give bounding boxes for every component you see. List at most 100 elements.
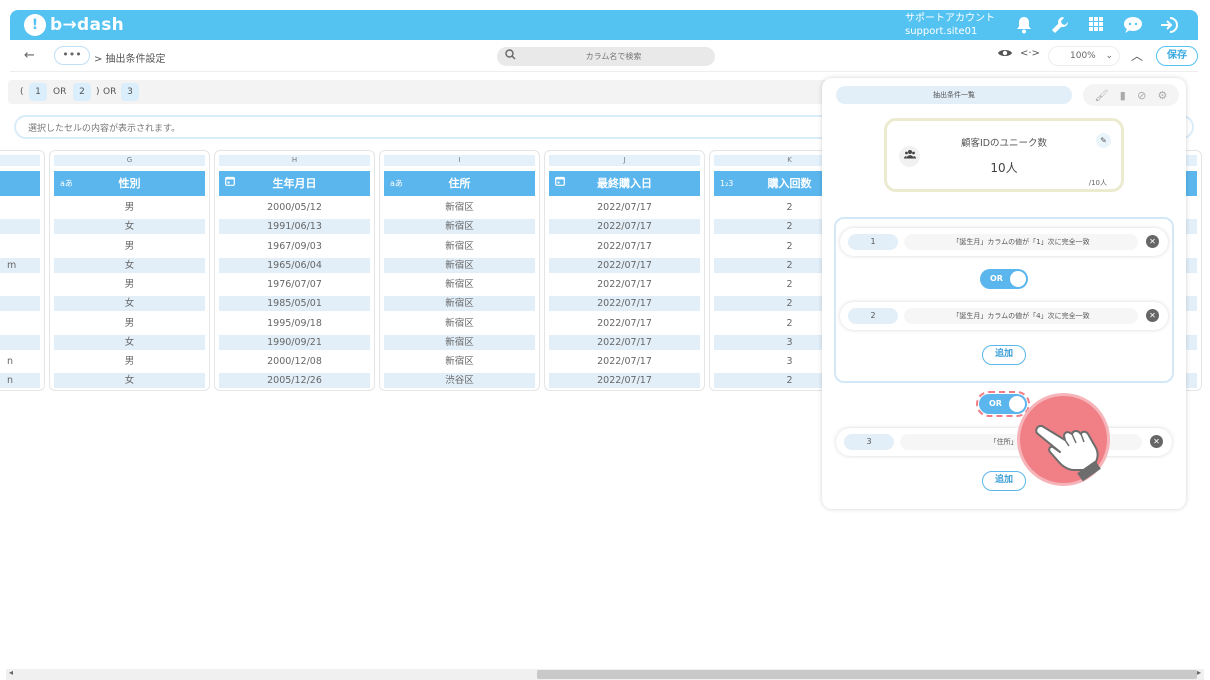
table-cell[interactable]	[0, 200, 40, 215]
table-cell[interactable]: 1976/07/07	[219, 277, 370, 292]
edit-icon[interactable]: ✎	[1096, 133, 1111, 148]
table-cell[interactable]: 男	[54, 239, 205, 254]
back-arrow-icon[interactable]: ←	[24, 48, 35, 63]
table-cell[interactable]: 女	[54, 296, 205, 311]
table-cell[interactable]: 女	[54, 373, 205, 388]
settings-icon[interactable]: ⚙	[1158, 89, 1168, 102]
table-cell[interactable]: 男	[54, 277, 205, 292]
wrench-icon[interactable]	[1051, 16, 1069, 34]
eye-slash-icon[interactable]: ⊘	[1137, 89, 1146, 102]
horizontal-scrollbar[interactable]: ◂ ▸	[6, 668, 1204, 680]
table-cell[interactable]: n	[0, 354, 40, 369]
chevron-up-icon[interactable]: ︿	[1131, 47, 1143, 64]
table-cell[interactable]: 2022/07/17	[549, 373, 700, 388]
logout-icon[interactable]	[1159, 16, 1178, 34]
condition-text[interactable]: 「誕生月」カラムの値が「4」次に完全一致	[904, 308, 1138, 324]
condition-row[interactable]: 3 「住所」カラムの値 ✕	[836, 428, 1172, 456]
table-column-gender[interactable]: G aあ 性別 男 女 男 女 男 女 男 女 男 女	[49, 150, 210, 391]
table-cell[interactable]: 1967/09/03	[219, 239, 370, 254]
table-cell[interactable]: 2022/07/17	[549, 277, 700, 292]
close-icon[interactable]: ✕	[1150, 435, 1163, 448]
table-cell[interactable]: 女	[54, 335, 205, 350]
condition-row[interactable]: 2 「誕生月」カラムの値が「4」次に完全一致 ✕	[840, 302, 1168, 330]
table-cell[interactable]: m	[0, 258, 40, 273]
table-cell[interactable]: 1991/06/13	[219, 219, 370, 234]
save-button[interactable]: 保存	[1156, 46, 1198, 66]
code-toggle-icon[interactable]: <·>	[1020, 48, 1040, 59]
table-cell[interactable]: 2000/05/12	[219, 200, 370, 215]
zoom-select[interactable]: 100% ⌄	[1048, 46, 1120, 66]
column-header[interactable]: 生年月日	[219, 171, 370, 196]
search-input[interactable]	[521, 48, 706, 65]
table-cell[interactable]: 2022/07/17	[549, 296, 700, 311]
column-letter: H	[219, 155, 370, 166]
condition-chip-2[interactable]: 2	[73, 83, 91, 101]
chat-icon[interactable]	[1123, 16, 1142, 34]
table-cell[interactable]: 新宿区	[384, 219, 535, 234]
close-icon[interactable]: ✕	[1146, 309, 1159, 322]
table-cell[interactable]: 2005/12/26	[219, 373, 370, 388]
table-cell[interactable]: 2022/07/17	[549, 258, 700, 273]
close-icon[interactable]: ✕	[1146, 235, 1159, 248]
column-search[interactable]	[497, 47, 715, 66]
table-cell[interactable]: 男	[54, 316, 205, 331]
column-header[interactable]: aあ 性別	[54, 171, 205, 196]
condition-text[interactable]: 「誕生月」カラムの値が「1」次に完全一致	[904, 234, 1138, 250]
condition-row[interactable]: 1 「誕生月」カラムの値が「1」次に完全一致 ✕	[840, 228, 1168, 256]
column-header[interactable]	[0, 171, 40, 196]
table-cell[interactable]: 新宿区	[384, 239, 535, 254]
or-toggle-inner[interactable]: OR	[980, 269, 1028, 289]
table-column-address[interactable]: I aあ 住所 新宿区 新宿区 新宿区 新宿区 新宿区 新宿区 新宿区 新宿区 新…	[379, 150, 540, 391]
table-column-partial[interactable]: m n n	[0, 150, 45, 391]
table-cell[interactable]: 1990/09/21	[219, 335, 370, 350]
table-cell[interactable]: 男	[54, 354, 205, 369]
table-cell[interactable]	[0, 296, 40, 311]
table-cell[interactable]: n	[0, 373, 40, 388]
table-cell[interactable]: 2022/07/17	[549, 335, 700, 350]
table-column-birthdate[interactable]: H 生年月日 2000/05/12 1991/06/13 1967/09/03 …	[214, 150, 375, 391]
bell-icon[interactable]	[1015, 16, 1033, 34]
table-cell[interactable]: 2000/12/08	[219, 354, 370, 369]
table-cell[interactable]: 女	[54, 258, 205, 273]
table-cell[interactable]	[0, 277, 40, 292]
table-cell[interactable]	[0, 239, 40, 254]
column-header[interactable]: 最終購入日	[549, 171, 700, 196]
table-cell[interactable]: 1965/06/04	[219, 258, 370, 273]
table-cell[interactable]: 2022/07/17	[549, 316, 700, 331]
table-cell[interactable]: 新宿区	[384, 335, 535, 350]
add-condition-button-inner[interactable]: 追加	[982, 345, 1026, 365]
table-cell[interactable]: 2022/07/17	[549, 219, 700, 234]
table-cell[interactable]: 男	[54, 200, 205, 215]
table-cell[interactable]: 新宿区	[384, 200, 535, 215]
table-cell[interactable]: 2022/07/17	[549, 200, 700, 215]
table-cell[interactable]	[0, 335, 40, 350]
table-cell[interactable]: 渋谷区	[384, 373, 535, 388]
more-menu-button[interactable]: •••	[54, 46, 90, 65]
table-cell[interactable]: 新宿区	[384, 354, 535, 369]
table-cell[interactable]: 新宿区	[384, 277, 535, 292]
column-title: 購入回数	[767, 177, 812, 190]
condition-chip-1[interactable]: 1	[29, 83, 47, 101]
eye-icon[interactable]	[997, 47, 1013, 63]
scroll-left-icon[interactable]: ◂	[9, 668, 13, 677]
table-cell[interactable]: 1995/09/18	[219, 316, 370, 331]
table-cell[interactable]: 2022/07/17	[549, 239, 700, 254]
table-cell[interactable]: 新宿区	[384, 258, 535, 273]
table-cell[interactable]: 新宿区	[384, 316, 535, 331]
paint-icon[interactable]: 🖌	[1095, 89, 1109, 102]
document-icon[interactable]: ▮	[1120, 89, 1126, 102]
table-cell[interactable]: 2022/07/17	[549, 354, 700, 369]
table-column-last-purchase[interactable]: J 最終購入日 2022/07/17 2022/07/17 2022/07/17…	[544, 150, 705, 391]
table-cell[interactable]	[0, 219, 40, 234]
table-cell[interactable]: 女	[54, 219, 205, 234]
table-cell[interactable]	[0, 316, 40, 331]
grid-icon[interactable]	[1087, 16, 1105, 34]
scroll-right-icon[interactable]: ▸	[1197, 668, 1201, 677]
scrollbar-thumb[interactable]	[537, 670, 1197, 679]
table-cell[interactable]: 1985/05/01	[219, 296, 370, 311]
logo[interactable]: ! b→dash	[24, 14, 124, 36]
support-account[interactable]: サポートアカウント support.site01	[905, 12, 995, 38]
table-cell[interactable]: 新宿区	[384, 296, 535, 311]
condition-chip-3[interactable]: 3	[121, 83, 139, 101]
column-header[interactable]: aあ 住所	[384, 171, 535, 196]
